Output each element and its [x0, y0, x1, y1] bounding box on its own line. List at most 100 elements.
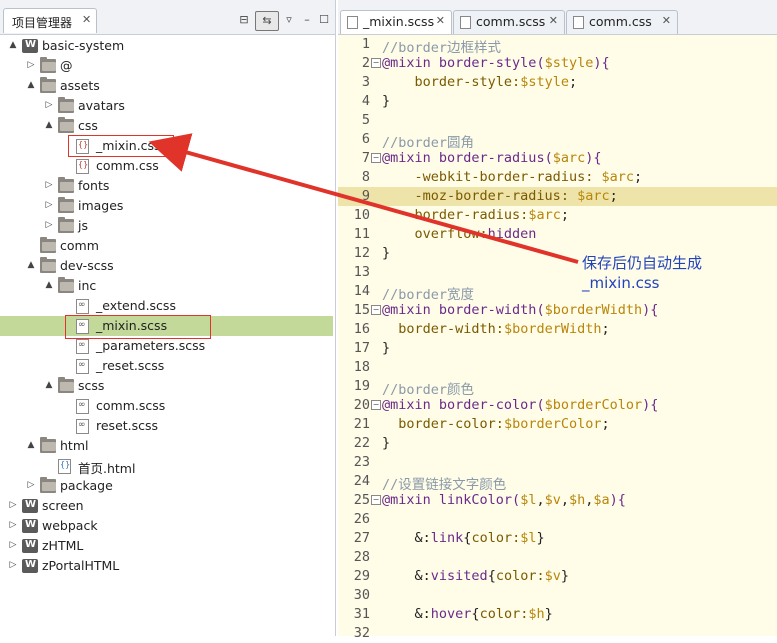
fold-toggle-icon[interactable]: − — [371, 400, 381, 410]
fold-toggle-icon[interactable]: − — [371, 305, 381, 315]
code-token: -webkit-border-radius: — [414, 169, 602, 185]
tree-item[interactable]: _parameters.scss — [0, 336, 333, 356]
project-explorer-tab[interactable]: 项目管理器 ✕ — [3, 8, 97, 33]
tree-item[interactable]: comm — [0, 236, 333, 256]
collapse-all-icon[interactable]: ⊟ — [236, 12, 252, 28]
editor-tab-label: comm.scss — [476, 14, 546, 29]
tree-item[interactable]: ▲ scss — [0, 376, 333, 396]
code-text: @mixin border-style($style){ — [382, 55, 610, 71]
code-line: 6 //border圆角 — [338, 130, 777, 151]
code-text: } — [382, 93, 390, 109]
expand-arrow-icon[interactable]: ▷ — [26, 480, 36, 490]
editor-tab[interactable]: _mixin.scss ✕ — [340, 10, 452, 34]
code-text: } — [382, 435, 390, 451]
code-token: color: — [495, 568, 545, 584]
code-line: 29 &:visited{color:$v} — [338, 567, 777, 586]
fold-toggle-icon[interactable]: − — [371, 495, 381, 505]
collapse-arrow-icon[interactable]: ▲ — [44, 380, 54, 390]
tree-item[interactable]: reset.scss — [0, 416, 333, 436]
code-token: border-width: — [398, 321, 504, 337]
fold-toggle-icon[interactable]: − — [371, 153, 381, 163]
expand-arrow-icon[interactable]: ▷ — [8, 500, 18, 510]
code-token: ){ — [642, 397, 659, 413]
tree-item[interactable]: ▷ zHTML — [0, 536, 333, 556]
folder-icon — [58, 197, 74, 213]
collapse-arrow-icon[interactable]: ▲ — [8, 40, 18, 50]
code-text: //设置链接文字颜色 — [382, 473, 506, 493]
code-line: 20− @mixin border-color($borderColor){ — [338, 396, 777, 415]
code-token: ; — [601, 416, 610, 432]
code-token: ){ — [609, 492, 626, 508]
close-icon[interactable]: ✕ — [662, 14, 671, 27]
line-number: 3 — [361, 74, 370, 90]
view-menu-icon[interactable]: ▿ — [281, 12, 297, 28]
expand-arrow-icon[interactable]: ▷ — [44, 100, 54, 110]
code-line: 23 — [338, 453, 777, 472]
tree-item[interactable]: ▷ fonts — [0, 176, 333, 196]
maximize-icon[interactable]: ☐ — [316, 12, 332, 28]
tree-item[interactable]: ▷ package — [0, 476, 333, 496]
expand-arrow-icon[interactable]: ▷ — [44, 200, 54, 210]
code-text: border-color:$borderColor; — [382, 416, 610, 432]
code-line: 14 //border宽度 — [338, 282, 777, 303]
tree-item[interactable]: ▲ css — [0, 116, 333, 136]
html-file-icon — [58, 459, 71, 474]
editor-tab[interactable]: comm.css ✕ — [566, 10, 678, 34]
expand-arrow-icon[interactable]: ▷ — [8, 520, 18, 530]
tree-item[interactable]: ▷ images — [0, 196, 333, 216]
collapse-arrow-icon[interactable]: ▲ — [26, 440, 36, 450]
tree-item[interactable]: ▷ js — [0, 216, 333, 236]
close-icon[interactable]: ✕ — [549, 14, 558, 27]
tree-item[interactable]: ▲ inc — [0, 276, 333, 296]
tree-item[interactable]: ▷ screen — [0, 496, 333, 516]
code-text: //border圆角 — [382, 131, 474, 151]
project-icon — [22, 559, 38, 573]
code-token: } — [382, 340, 391, 356]
project-icon — [22, 39, 38, 53]
tree-item[interactable]: _extend.scss — [0, 296, 333, 316]
tree-item[interactable]: ▲ assets — [0, 76, 333, 96]
expand-arrow-icon[interactable]: ▷ — [44, 180, 54, 190]
code-token: linkColor( — [438, 492, 521, 508]
tree-item[interactable]: comm.css — [0, 156, 333, 176]
code-token: overflow: — [414, 226, 488, 242]
expand-arrow-icon[interactable]: ▷ — [44, 220, 54, 230]
tree-item[interactable]: ▷ @ — [0, 56, 333, 76]
code-token: $borderColor — [503, 416, 602, 432]
tree-item-label: html — [60, 438, 89, 453]
collapse-arrow-icon[interactable]: ▲ — [26, 260, 36, 270]
code-editor[interactable]: 1//border边框样式 2− @mixin border-style($styl… — [338, 35, 777, 641]
tree-item[interactable]: _reset.scss — [0, 356, 333, 376]
tree-item[interactable]: ▲ dev-scss — [0, 256, 333, 276]
close-icon[interactable]: ✕ — [82, 13, 91, 26]
code-token: border-color( — [438, 397, 545, 413]
code-token: border-style( — [438, 55, 545, 71]
close-icon[interactable]: ✕ — [436, 14, 445, 27]
scss-file-icon — [76, 399, 89, 414]
collapse-arrow-icon[interactable]: ▲ — [44, 280, 54, 290]
collapse-arrow-icon[interactable]: ▲ — [44, 120, 54, 130]
expand-arrow-icon[interactable]: ▷ — [8, 540, 18, 550]
code-text: &:hover{color:$h} — [382, 606, 553, 622]
tree-item-label: reset.scss — [96, 418, 159, 433]
collapse-arrow-icon[interactable]: ▲ — [26, 80, 36, 90]
fold-toggle-icon[interactable]: − — [371, 58, 381, 68]
expand-arrow-icon[interactable]: ▷ — [8, 560, 18, 570]
editor-tab[interactable]: comm.scss ✕ — [453, 10, 565, 34]
tree-item[interactable]: ▷ avatars — [0, 96, 333, 116]
expand-arrow-icon[interactable]: ▷ — [26, 60, 36, 70]
tree-item[interactable]: ▲ basic-system — [0, 36, 333, 56]
code-text: } — [382, 340, 390, 356]
tree-item[interactable]: 首页.html — [0, 456, 333, 476]
code-token: , — [536, 492, 545, 508]
link-with-editor-icon[interactable]: ⇆ — [255, 11, 279, 31]
code-token: $h — [528, 606, 545, 622]
tree-item-label: fonts — [78, 178, 110, 193]
tree-item[interactable]: ▷ webpack — [0, 516, 333, 536]
tree-item[interactable]: ▷ zPortalHTML — [0, 556, 333, 576]
minimize-icon[interactable]: – — [299, 12, 315, 28]
tree-item[interactable]: comm.scss — [0, 396, 333, 416]
tree-item[interactable]: ▲ html — [0, 436, 333, 456]
